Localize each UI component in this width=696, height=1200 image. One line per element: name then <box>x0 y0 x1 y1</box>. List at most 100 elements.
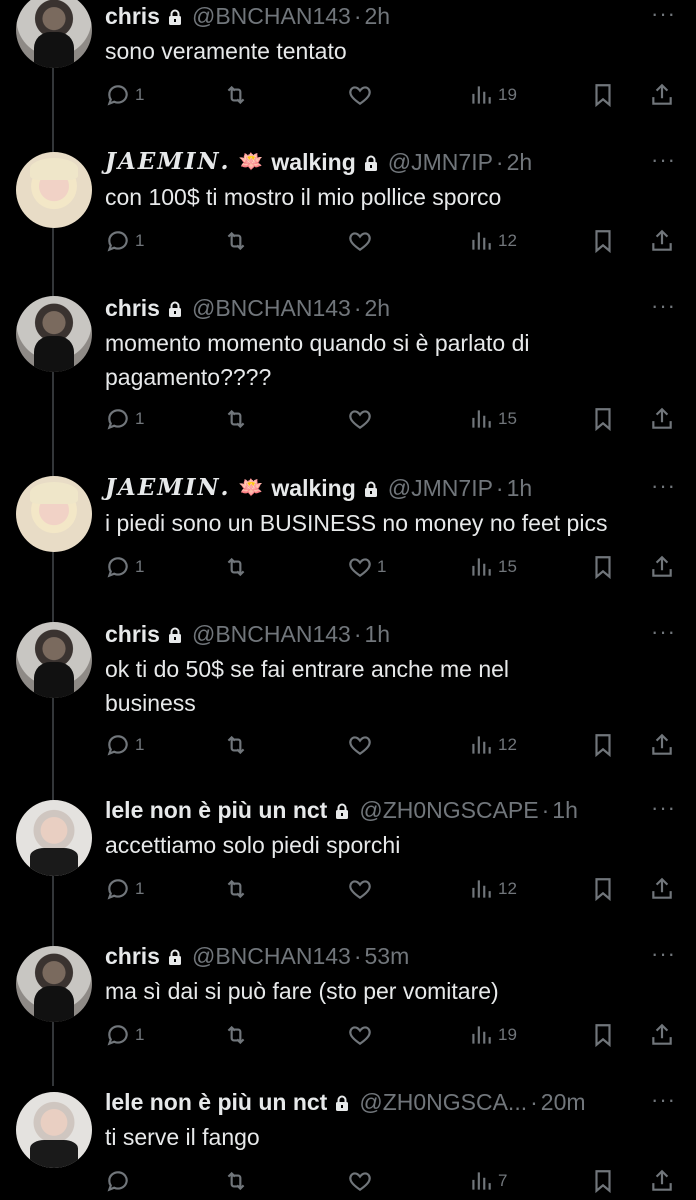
tweet[interactable]: lele non è più un nct @ZH0NGSCAPE · 1h ·… <box>0 794 696 940</box>
share-button[interactable] <box>649 552 675 582</box>
more-horizontal-icon[interactable]: ··· <box>651 618 676 646</box>
retweet-button[interactable] <box>223 1020 249 1050</box>
avatar[interactable] <box>16 152 92 228</box>
tweet[interactable]: chris @BNCHAN143 · 2h ··· sono veramente… <box>0 0 696 146</box>
views-button[interactable]: 19 <box>468 1020 517 1050</box>
display-name[interactable]: chris <box>105 940 160 972</box>
like-button[interactable] <box>347 730 377 760</box>
retweet-button[interactable] <box>223 404 249 434</box>
handle[interactable]: @BNCHAN143 <box>192 618 351 650</box>
display-name[interactable]: chris <box>105 0 160 32</box>
like-button[interactable] <box>347 80 377 110</box>
reply-button[interactable]: 1 <box>105 404 144 434</box>
display-name-status[interactable]: walking <box>271 472 355 504</box>
reply-button[interactable]: 1 <box>105 730 144 760</box>
views-button[interactable]: 19 <box>468 80 517 110</box>
share-button[interactable] <box>649 1020 675 1050</box>
like-button[interactable] <box>347 404 377 434</box>
display-name[interactable]: 𝑱𝑨𝑬𝑴𝑰𝑵. <box>105 472 231 504</box>
view-count: 12 <box>498 879 517 898</box>
timestamp[interactable]: 2h <box>365 292 391 324</box>
bookmark-button[interactable] <box>590 80 616 110</box>
display-name[interactable]: lele non è più un nct <box>105 794 327 826</box>
handle[interactable]: @JMN7IP <box>388 472 493 504</box>
timestamp[interactable]: 1h <box>552 794 578 826</box>
more-horizontal-icon[interactable]: ··· <box>651 940 676 968</box>
views-button[interactable]: 15 <box>468 552 517 582</box>
reply-button[interactable] <box>105 1166 135 1196</box>
handle[interactable]: @ZH0NGSCA... <box>359 1086 527 1118</box>
display-name[interactable]: chris <box>105 618 160 650</box>
views-button[interactable]: 12 <box>468 874 517 904</box>
retweet-button[interactable] <box>223 552 249 582</box>
timestamp[interactable]: 2h <box>507 146 533 178</box>
handle[interactable]: @BNCHAN143 <box>192 940 351 972</box>
reply-button[interactable]: 1 <box>105 226 144 256</box>
timestamp[interactable]: 53m <box>365 940 410 972</box>
views-button[interactable]: 12 <box>468 226 517 256</box>
more-horizontal-icon[interactable]: ··· <box>651 146 676 174</box>
reply-button[interactable]: 1 <box>105 1020 144 1050</box>
bookmark-button[interactable] <box>590 874 616 904</box>
reply-button[interactable]: 1 <box>105 874 144 904</box>
avatar[interactable] <box>16 1092 92 1168</box>
like-button[interactable] <box>347 1166 377 1196</box>
avatar[interactable] <box>16 622 92 698</box>
tweet[interactable]: 𝑱𝑨𝑬𝑴𝑰𝑵. 🪷 walking @JMN7IP · 2h ··· con 1… <box>0 146 696 292</box>
timestamp[interactable]: 2h <box>365 0 391 32</box>
more-horizontal-icon[interactable]: ··· <box>651 1086 676 1114</box>
tweet[interactable]: chris @BNCHAN143 · 1h ··· ok ti do 50$ s… <box>0 618 696 794</box>
views-button[interactable]: 12 <box>468 730 517 760</box>
bookmark-button[interactable] <box>590 730 616 760</box>
retweet-icon <box>227 557 245 577</box>
reply-button[interactable]: 1 <box>105 80 144 110</box>
tweet[interactable]: 𝑱𝑨𝑬𝑴𝑰𝑵. 🪷 walking @JMN7IP · 1h ··· i pie… <box>0 472 696 618</box>
avatar[interactable] <box>16 296 92 372</box>
bookmark-button[interactable] <box>590 1020 616 1050</box>
share-button[interactable] <box>649 1166 675 1196</box>
more-horizontal-icon[interactable]: ··· <box>651 472 676 500</box>
avatar[interactable] <box>16 476 92 552</box>
timestamp[interactable]: 20m <box>541 1086 586 1118</box>
display-name[interactable]: lele non è più un nct <box>105 1086 327 1118</box>
reply-button[interactable]: 1 <box>105 552 144 582</box>
share-button[interactable] <box>649 80 675 110</box>
more-horizontal-icon[interactable]: ··· <box>651 292 676 320</box>
share-button[interactable] <box>649 226 675 256</box>
handle[interactable]: @ZH0NGSCAPE <box>359 794 538 826</box>
bookmark-button[interactable] <box>590 226 616 256</box>
handle[interactable]: @BNCHAN143 <box>192 0 351 32</box>
tweet[interactable]: chris @BNCHAN143 · 53m ··· ma sì dai si … <box>0 940 696 1086</box>
display-name[interactable]: chris <box>105 292 160 324</box>
timestamp[interactable]: 1h <box>365 618 391 650</box>
retweet-button[interactable] <box>223 226 249 256</box>
avatar[interactable] <box>16 946 92 1022</box>
bookmark-button[interactable] <box>590 1166 616 1196</box>
like-button[interactable]: 1 <box>347 552 386 582</box>
retweet-button[interactable] <box>223 80 249 110</box>
tweet[interactable]: chris @BNCHAN143 · 2h ··· momento moment… <box>0 292 696 472</box>
handle[interactable]: @JMN7IP <box>388 146 493 178</box>
tweet[interactable]: lele non è più un nct @ZH0NGSCA... · 20m… <box>0 1086 696 1200</box>
bookmark-button[interactable] <box>590 552 616 582</box>
retweet-button[interactable] <box>223 1166 249 1196</box>
retweet-button[interactable] <box>223 730 249 760</box>
display-name-status[interactable]: walking <box>271 146 355 178</box>
more-horizontal-icon[interactable]: ··· <box>651 0 676 28</box>
display-name[interactable]: 𝑱𝑨𝑬𝑴𝑰𝑵. <box>105 146 231 178</box>
views-button[interactable]: 15 <box>468 404 517 434</box>
retweet-button[interactable] <box>223 874 249 904</box>
timestamp[interactable]: 1h <box>507 472 533 504</box>
avatar[interactable] <box>16 0 92 68</box>
bookmark-button[interactable] <box>590 404 616 434</box>
like-button[interactable] <box>347 874 377 904</box>
more-horizontal-icon[interactable]: ··· <box>651 794 676 822</box>
like-button[interactable] <box>347 1020 377 1050</box>
share-button[interactable] <box>649 404 675 434</box>
share-button[interactable] <box>649 874 675 904</box>
share-button[interactable] <box>649 730 675 760</box>
handle[interactable]: @BNCHAN143 <box>192 292 351 324</box>
avatar[interactable] <box>16 800 92 876</box>
views-button[interactable]: 7 <box>468 1166 507 1196</box>
like-button[interactable] <box>347 226 377 256</box>
